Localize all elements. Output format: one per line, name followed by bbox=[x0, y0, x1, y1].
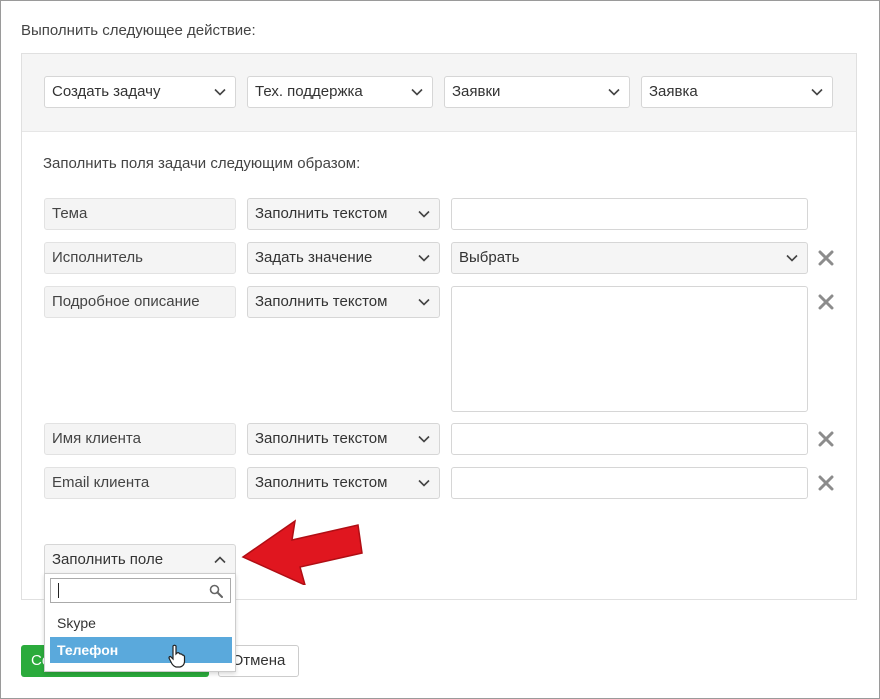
task-type-select[interactable]: Заявка bbox=[641, 76, 833, 108]
field-label-description: Подробное описание bbox=[44, 286, 236, 318]
close-icon[interactable] bbox=[818, 475, 834, 491]
field-mode-value: Задать значение bbox=[255, 249, 373, 266]
field-mode-select-description[interactable]: Заполнить текстом bbox=[247, 286, 440, 318]
assignee-value: Выбрать bbox=[459, 249, 520, 266]
field-label-subject: Тема bbox=[44, 198, 236, 230]
hand-cursor-icon bbox=[168, 644, 186, 668]
field-label-client-email: Email клиента bbox=[44, 467, 236, 499]
client-email-input[interactable] bbox=[451, 467, 808, 499]
fill-fields-title: Заполнить поля задачи следующим образом: bbox=[43, 155, 361, 172]
action-type-select[interactable]: Создать задачу bbox=[44, 76, 236, 108]
chevron-down-icon bbox=[214, 88, 226, 96]
dropdown-option-skype[interactable]: Skype bbox=[50, 610, 232, 636]
fill-field-select[interactable]: Заполнить поле bbox=[44, 544, 236, 576]
field-mode-value: Заполнить текстом bbox=[255, 293, 388, 310]
arrow-icon bbox=[241, 519, 363, 585]
chevron-down-icon bbox=[811, 88, 823, 96]
field-mode-value: Заполнить текстом bbox=[255, 205, 388, 222]
field-mode-select-client-email[interactable]: Заполнить текстом bbox=[247, 467, 440, 499]
action-type-value: Создать задачу bbox=[52, 83, 161, 100]
chevron-down-icon bbox=[418, 298, 430, 306]
chevron-down-icon bbox=[786, 254, 798, 262]
fill-field-value: Заполнить поле bbox=[52, 551, 164, 568]
subject-input[interactable] bbox=[451, 198, 808, 230]
task-type-value: Заявка bbox=[649, 83, 698, 100]
chevron-down-icon bbox=[418, 435, 430, 443]
project-select[interactable]: Тех. поддержка bbox=[247, 76, 433, 108]
chevron-down-icon bbox=[418, 254, 430, 262]
chevron-down-icon bbox=[418, 210, 430, 218]
field-label-client-name: Имя клиента bbox=[44, 423, 236, 455]
chevron-down-icon bbox=[418, 479, 430, 487]
fill-field-dropdown: Skype Телефон bbox=[44, 573, 236, 672]
project-value: Тех. поддержка bbox=[255, 83, 363, 100]
field-label-assignee: Исполнитель bbox=[44, 242, 236, 274]
close-icon[interactable] bbox=[818, 431, 834, 447]
search-icon bbox=[209, 584, 223, 598]
close-icon[interactable] bbox=[818, 294, 834, 310]
field-mode-value: Заполнить текстом bbox=[255, 430, 388, 447]
field-mode-value: Заполнить текстом bbox=[255, 474, 388, 491]
dropdown-search-input[interactable] bbox=[50, 578, 231, 603]
chevron-down-icon bbox=[411, 88, 423, 96]
category-value: Заявки bbox=[452, 83, 501, 100]
client-name-input[interactable] bbox=[451, 423, 808, 455]
intro-text: Выполнить следующее действие: bbox=[21, 22, 256, 39]
chevron-down-icon bbox=[608, 88, 620, 96]
text-caret bbox=[58, 583, 59, 598]
field-mode-select-client-name[interactable]: Заполнить текстом bbox=[247, 423, 440, 455]
assignee-select[interactable]: Выбрать bbox=[451, 242, 808, 274]
field-mode-select-subject[interactable]: Заполнить текстом bbox=[247, 198, 440, 230]
dropdown-option-phone[interactable]: Телефон bbox=[50, 637, 232, 663]
chevron-up-icon bbox=[214, 556, 226, 564]
description-textarea[interactable] bbox=[451, 286, 808, 412]
close-icon[interactable] bbox=[818, 250, 834, 266]
category-select[interactable]: Заявки bbox=[444, 76, 630, 108]
field-mode-select-assignee[interactable]: Задать значение bbox=[247, 242, 440, 274]
